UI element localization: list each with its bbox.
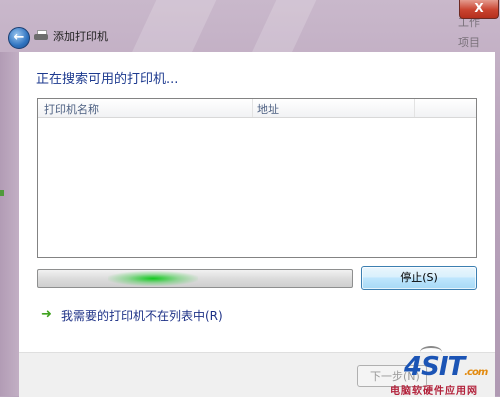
dialog-content: 正在搜索可用的打印机... 打印机名称 地址 停止(S) ➜ 我需要的打印机不在… — [19, 52, 495, 352]
progress-indicator — [108, 271, 198, 286]
list-header: 打印机名称 地址 — [38, 99, 476, 118]
back-arrow-icon: ← — [13, 30, 25, 45]
printer-not-listed-label[interactable]: 我需要的打印机不在列表中(R) — [61, 307, 223, 324]
column-header-address[interactable]: 地址 — [257, 101, 279, 117]
printer-icon — [34, 30, 48, 42]
close-button[interactable]: X — [459, 0, 499, 19]
printer-list[interactable]: 打印机名称 地址 — [37, 98, 477, 258]
column-header-printer-name[interactable]: 打印机名称 — [44, 101, 99, 117]
watermark-caption: 电脑软硬件应用网 — [390, 386, 478, 397]
watermark: 4SIT.com 电脑软硬件应用网 — [390, 346, 498, 397]
stop-button[interactable]: 停止(S) — [361, 266, 477, 290]
page-title: 正在搜索可用的打印机... — [36, 72, 179, 87]
green-arrow-icon: ➜ — [41, 307, 52, 322]
title-bar: ← 添加打印机 — [0, 20, 500, 52]
window-left-border — [0, 52, 19, 396]
column-divider[interactable] — [252, 99, 253, 117]
watermark-logo: 4SIT.com — [404, 352, 488, 382]
window-title: 添加打印机 — [53, 30, 108, 43]
back-button[interactable]: ← — [8, 27, 30, 49]
column-divider[interactable] — [414, 99, 415, 117]
search-progress-bar — [37, 269, 353, 288]
